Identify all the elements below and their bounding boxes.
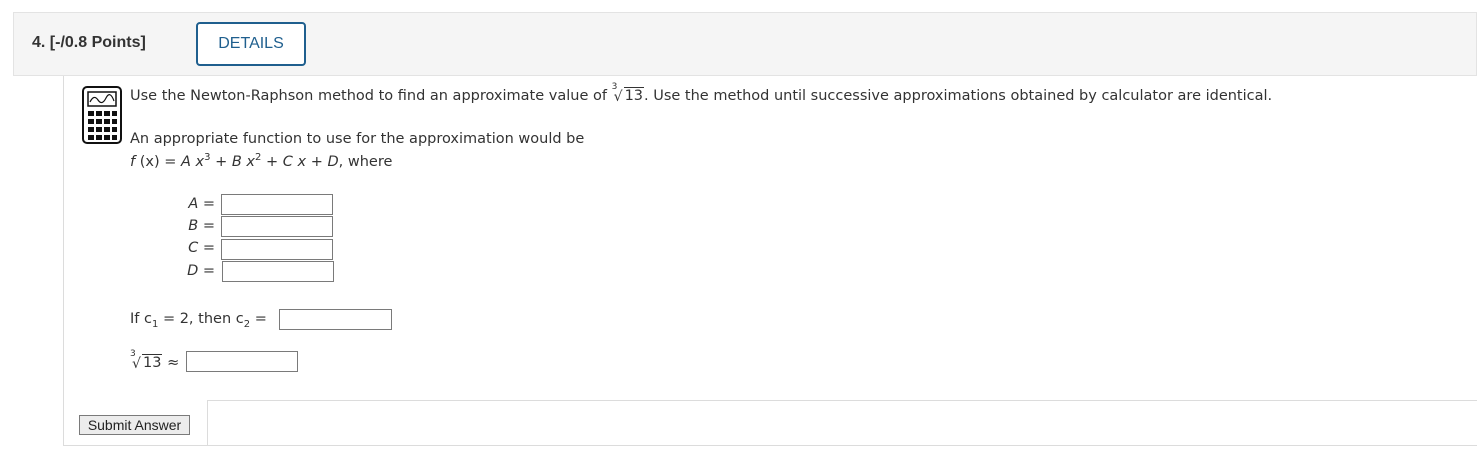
- intro-text-after: . Use the method until successive approx…: [644, 88, 1273, 104]
- submit-answer-button[interactable]: Submit Answer: [79, 415, 190, 435]
- approx-prompt: 3 √ 13 ≈: [130, 349, 180, 372]
- radical-icon: 3 √ 13: [130, 349, 163, 372]
- input-B[interactable]: [221, 216, 333, 237]
- label-A: A =: [188, 196, 215, 212]
- input-c2[interactable]: [279, 309, 392, 330]
- input-A[interactable]: [221, 194, 333, 215]
- function-expression: f (x) = A x3 + B x2 + C x + D, where: [130, 152, 393, 170]
- approx-symbol: ≈: [167, 355, 180, 371]
- label-B: B =: [188, 218, 215, 234]
- iteration-prompt: If c1 = 2, then c2 =: [130, 311, 267, 330]
- label-C: C =: [188, 240, 215, 256]
- label-D: D =: [187, 263, 215, 279]
- question-header: 4. [-/0.8 Points] DETAILS: [13, 12, 1477, 76]
- radical-icon: 3 √ 13: [611, 82, 645, 105]
- divider-vertical: [207, 400, 208, 446]
- intro-text-before: Use the Newton-Raphson method to find an…: [130, 88, 612, 104]
- calculator-icon: [82, 86, 122, 144]
- input-approx[interactable]: [186, 351, 298, 372]
- divider: [207, 400, 1477, 401]
- question-number: 4. [-/0.8 Points]: [32, 34, 146, 51]
- root-value: 13: [623, 87, 645, 104]
- input-D[interactable]: [222, 261, 334, 282]
- function-prompt: An appropriate function to use for the a…: [130, 131, 585, 147]
- input-C[interactable]: [221, 239, 333, 260]
- details-button[interactable]: DETAILS: [196, 22, 306, 66]
- problem-statement: Use the Newton-Raphson method to find an…: [130, 82, 1273, 105]
